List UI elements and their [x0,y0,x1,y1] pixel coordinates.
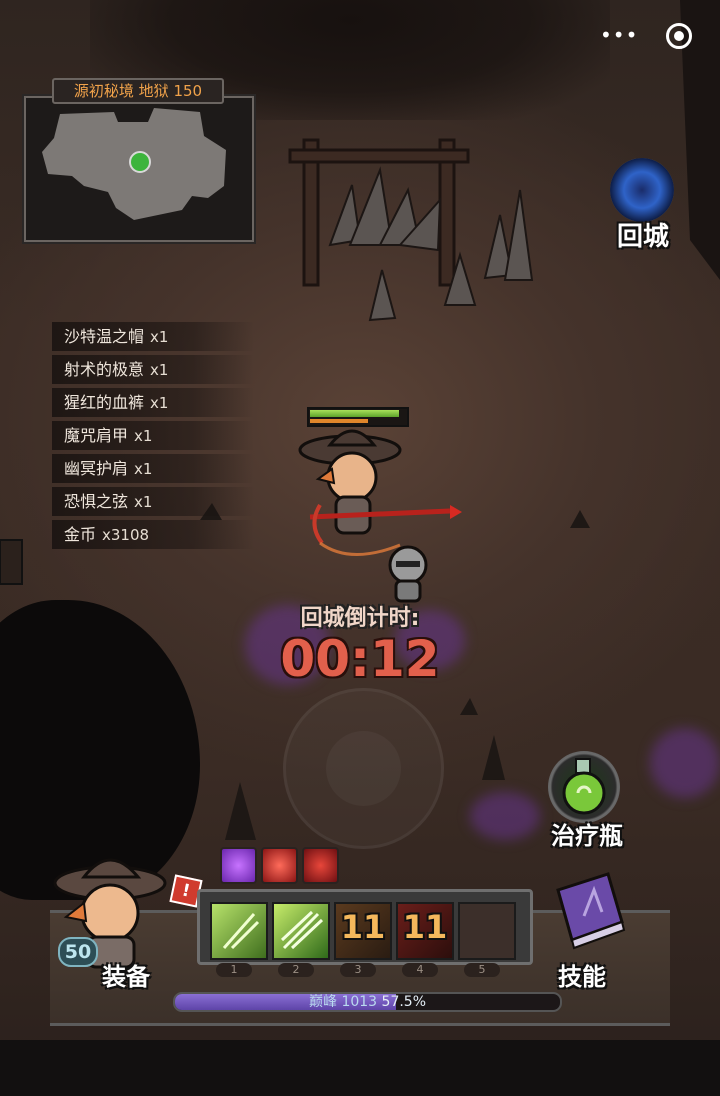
poison-pool [470,792,540,840]
skill-bar: 11 11 [197,889,533,965]
loot-item: 猩红的血裤 x1 [52,388,254,417]
hero-archer [298,429,462,603]
knight-pet [388,545,428,603]
potion-label: 治疗瓶 [551,822,623,850]
cooldown-counter: 11 [402,908,448,946]
mana-fill [310,419,369,423]
skill-slot-3[interactable]: 11 [334,902,392,960]
game-scene: ••• 源初秘境 地狱 150 回城 沙特温之帽 x1 射术的极意 x1 猩红的血裤… [0,0,720,1096]
target-icon[interactable] [666,23,692,49]
bow-buff-icon [302,847,339,884]
heart-buff-icon [220,847,257,884]
experience-text: 巅峰 1013 57.5% [175,994,560,1010]
loot-list: 沙特温之帽 x1 射术的极意 x1 猩红的血裤 x1 魔咒肩甲 x1 幽冥护肩 x1 恐惧… [52,322,254,553]
slot-number: 5 [464,963,500,977]
poison-pool [650,728,720,798]
skill-slot-1[interactable] [210,902,268,960]
mini-program-capsule: ••• [588,15,706,53]
loot-item: 沙特温之帽 x1 [52,322,254,351]
experience-percent: 57.5% [381,994,427,1010]
triple-arrow-icon [280,910,324,950]
loot-item: 射术的极意 x1 [52,355,254,384]
skill-label[interactable]: 技能 [558,957,606,992]
loot-item: 幽冥护肩 x1 [52,454,254,483]
hero-health-bar [307,407,409,427]
loot-item: 恐惧之弦 x1 [52,487,254,516]
return-city-button[interactable]: 回城 [608,158,680,252]
skill-slot-2[interactable] [272,902,330,960]
return-countdown-timer: 00:12 [280,630,440,688]
virtual-joystick[interactable] [283,688,444,849]
paragon-level: 1013 [341,994,378,1010]
loot-item-gold: 金币 x3108 [52,520,254,549]
skill-slot-5[interactable] [458,902,516,960]
slot-number: 2 [278,963,314,977]
slot-number: 1 [216,963,252,977]
potion-icon [548,751,620,823]
loot-item: 魔咒肩甲 x1 [52,421,254,450]
arrow-buff-icon [261,847,298,884]
paragon-label: 巅峰 [308,994,337,1010]
return-city-label: 回城 [616,222,669,252]
health-fill [310,410,400,417]
skill-book-icon[interactable] [538,860,638,960]
slot-number: 4 [402,963,438,977]
more-icon[interactable]: ••• [600,23,638,47]
bottom-void [0,1040,720,1096]
hero-level-badge: 50 [58,937,98,967]
arrow-rain-icon [222,913,260,950]
equipment-label[interactable]: 装备 [102,957,150,992]
slot-number: 3 [340,963,376,977]
bottom-hud: 50 ! 装备 11 11 1 2 3 4 5 技能 巅峰 1013 57.5% [50,858,670,1040]
minimap-terrain [42,108,226,220]
return-countdown-label: 回城倒计时: [300,606,420,631]
experience-bar: 巅峰 1013 57.5% [173,992,562,1012]
skill-slot-4[interactable]: 11 [396,902,454,960]
player-marker [129,151,151,173]
cooldown-counter: 11 [340,908,386,946]
portal-icon [610,158,674,222]
minimap[interactable]: 源初秘境 地狱 150 [24,78,254,242]
potion-flask [562,758,606,815]
potion-button[interactable]: 治疗瓶 [545,748,635,850]
spike-cluster [328,166,534,322]
